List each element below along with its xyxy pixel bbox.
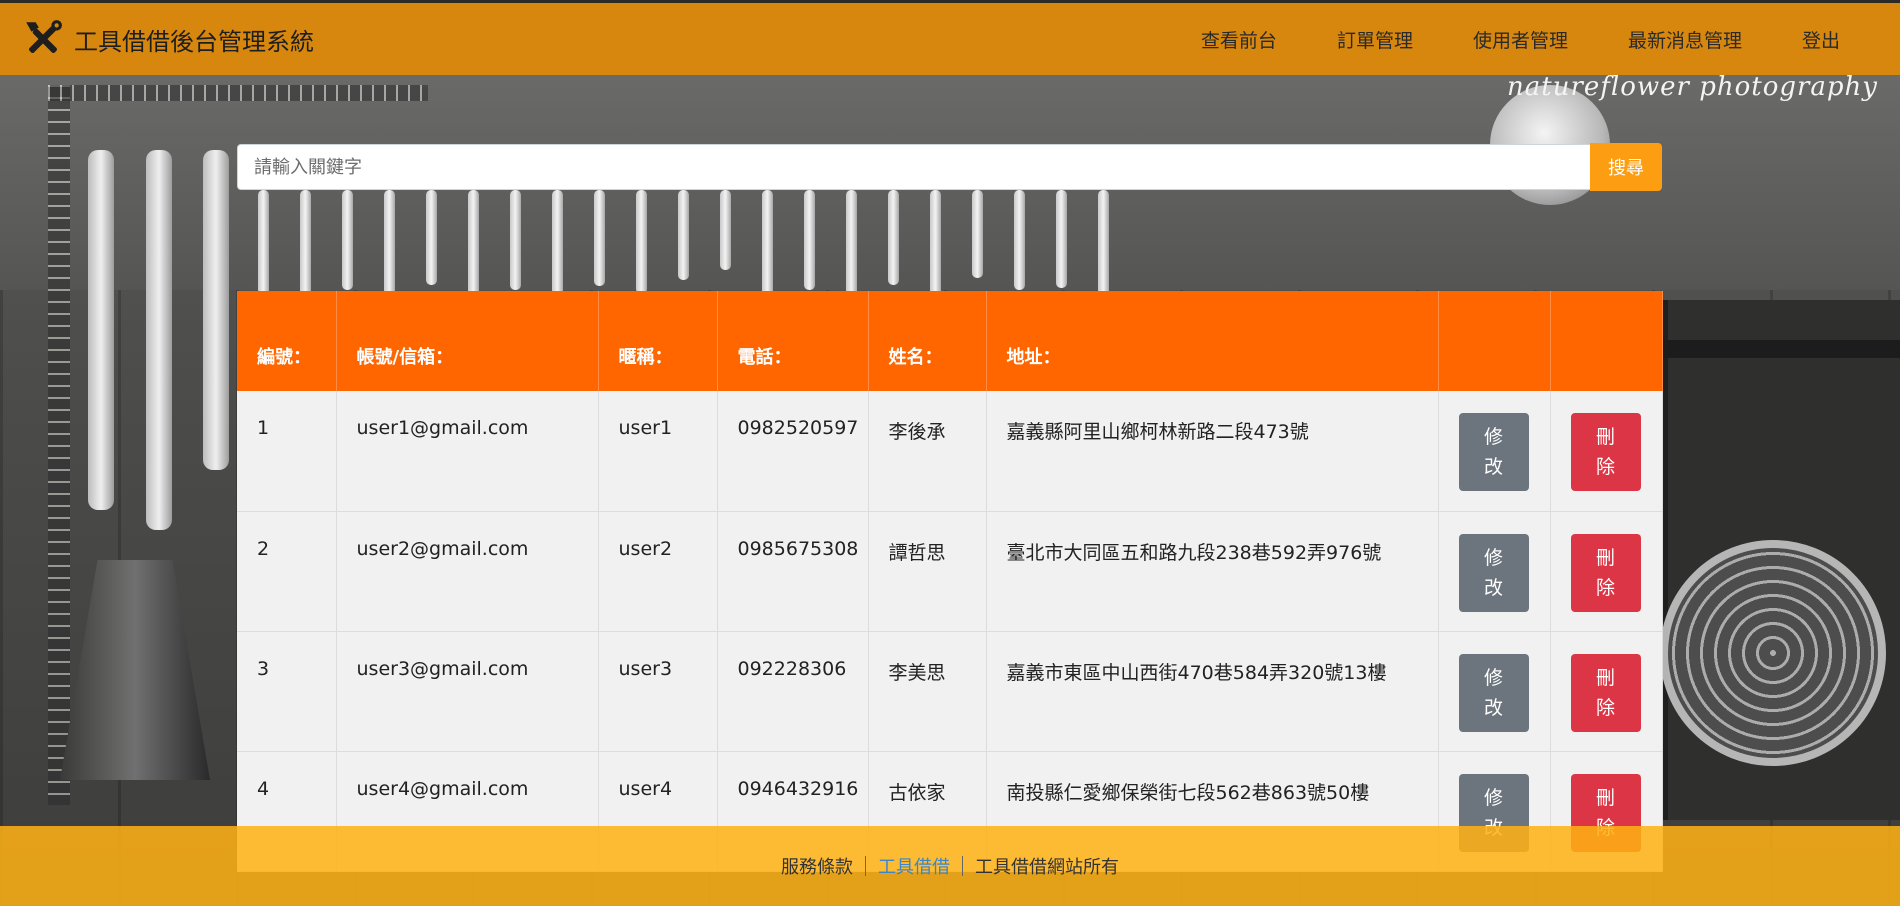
nav-news-management[interactable]: 最新消息管理 <box>1598 26 1772 53</box>
cell-nickname: user2 <box>598 511 718 632</box>
cell-nickname: user3 <box>598 631 718 752</box>
cell-phone: 0985675308 <box>717 511 869 632</box>
cell-email: user2@gmail.com <box>336 511 599 632</box>
cell-name: 李後承 <box>868 391 987 512</box>
spanner-image <box>384 190 395 305</box>
ruler-horizontal <box>48 85 428 101</box>
cell-edit: 修改 <box>1438 391 1551 512</box>
tools-icon <box>26 20 62 53</box>
photo-watermark: natureflower photography <box>1507 72 1878 102</box>
cell-delete: 刪除 <box>1550 391 1663 512</box>
nav-view-frontend[interactable]: 查看前台 <box>1171 26 1307 53</box>
search-button[interactable]: 搜尋 <box>1590 143 1662 191</box>
search-input[interactable] <box>237 144 1590 190</box>
wrench-image <box>203 150 229 470</box>
edit-button[interactable]: 修改 <box>1458 533 1529 612</box>
fan-image <box>1660 540 1886 766</box>
brand[interactable]: 工具借借後台管理系統 <box>22 18 314 60</box>
cell-edit: 修改 <box>1438 511 1551 632</box>
spanner-image <box>510 190 521 290</box>
header-address: 地址： <box>986 291 1439 391</box>
footer-divider <box>962 856 963 876</box>
brand-title: 工具借借後台管理系統 <box>74 27 314 56</box>
nav-order-management[interactable]: 訂單管理 <box>1307 26 1443 53</box>
cell-edit: 修改 <box>1438 631 1551 752</box>
top-navbar: 工具借借後台管理系統 查看前台 訂單管理 使用者管理 最新消息管理 登出 <box>0 0 1900 75</box>
cell-id: 3 <box>237 631 337 752</box>
spanner-image <box>552 190 563 298</box>
shelf-board <box>1660 340 1900 358</box>
spanner-image <box>342 190 353 290</box>
header-phone: 電話： <box>717 291 869 391</box>
cell-name: 譚哲思 <box>868 511 987 632</box>
header-email: 帳號/信箱： <box>336 291 599 391</box>
ruler-vertical <box>48 85 70 805</box>
cell-delete: 刪除 <box>1550 631 1663 752</box>
footer: 服務條款 工具借借 工具借借網站所有 <box>0 826 1900 906</box>
delete-button[interactable]: 刪除 <box>1570 533 1641 612</box>
header-name: 姓名： <box>868 291 987 391</box>
cell-delete: 刪除 <box>1550 511 1663 632</box>
spanner-image <box>846 190 857 305</box>
spanner-image <box>426 190 437 285</box>
header-delete <box>1550 291 1663 391</box>
cell-address: 嘉義市東區中山西街470巷584弄320號13樓 <box>986 631 1439 752</box>
spanner-image <box>1056 190 1067 288</box>
cell-address: 嘉義縣阿里山鄉柯林新路二段473號 <box>986 391 1439 512</box>
footer-terms-link[interactable]: 服務條款 <box>781 853 853 879</box>
nav-user-management[interactable]: 使用者管理 <box>1443 26 1598 53</box>
wrench-image <box>88 150 114 510</box>
cell-phone: 092228306 <box>717 631 869 752</box>
cell-email: user1@gmail.com <box>336 391 599 512</box>
table-header-row: 編號： 帳號/信箱： 暱稱： 電話： 姓名： 地址： <box>237 291 1663 391</box>
cell-phone: 0982520597 <box>717 391 869 512</box>
header-edit <box>1438 291 1551 391</box>
footer-site-link[interactable]: 工具借借 <box>878 853 950 879</box>
spanner-image <box>720 190 731 270</box>
spanner-image <box>258 190 269 295</box>
spanner-image <box>972 190 983 278</box>
footer-divider <box>865 856 866 876</box>
footer-copyright: 工具借借網站所有 <box>975 857 1119 878</box>
spanner-image <box>1014 190 1025 290</box>
delete-button[interactable]: 刪除 <box>1570 653 1641 732</box>
cell-name: 李美思 <box>868 631 987 752</box>
user-table: 編號： 帳號/信箱： 暱稱： 電話： 姓名： 地址： 1 user1@gmail… <box>237 291 1663 872</box>
spanner-image <box>804 190 815 290</box>
spanner-image <box>762 190 773 300</box>
spanner-image <box>594 190 605 286</box>
user-table-container: 編號： 帳號/信箱： 暱稱： 電話： 姓名： 地址： 1 user1@gmail… <box>237 291 1663 872</box>
search-bar: 搜尋 <box>237 143 1662 191</box>
spanner-image <box>930 190 941 298</box>
spanner-image <box>636 190 647 294</box>
nav-links: 查看前台 訂單管理 使用者管理 最新消息管理 登出 <box>1171 26 1870 53</box>
cell-id: 2 <box>237 511 337 632</box>
delete-button[interactable]: 刪除 <box>1570 413 1641 491</box>
table-row: 3 user3@gmail.com user3 092228306 李美思 嘉義… <box>237 631 1663 752</box>
edit-button[interactable]: 修改 <box>1458 413 1529 491</box>
cell-email: user3@gmail.com <box>336 631 599 752</box>
edit-button[interactable]: 修改 <box>1458 653 1529 732</box>
table-row: 2 user2@gmail.com user2 0985675308 譚哲思 臺… <box>237 511 1663 632</box>
spanner-image <box>300 190 311 300</box>
cell-nickname: user1 <box>598 391 718 512</box>
spanner-image <box>468 190 479 300</box>
spanner-image <box>678 190 689 280</box>
table-row: 1 user1@gmail.com user1 0982520597 李後承 嘉… <box>237 391 1663 512</box>
nav-logout[interactable]: 登出 <box>1772 26 1870 53</box>
spanner-image <box>888 190 899 285</box>
cell-address: 臺北市大同區五和路九段238巷592弄976號 <box>986 511 1439 632</box>
spanner-image <box>1098 190 1109 296</box>
header-nickname: 暱稱： <box>598 291 718 391</box>
cell-id: 1 <box>237 391 337 512</box>
wrench-image <box>146 150 172 530</box>
header-id: 編號： <box>237 291 337 391</box>
